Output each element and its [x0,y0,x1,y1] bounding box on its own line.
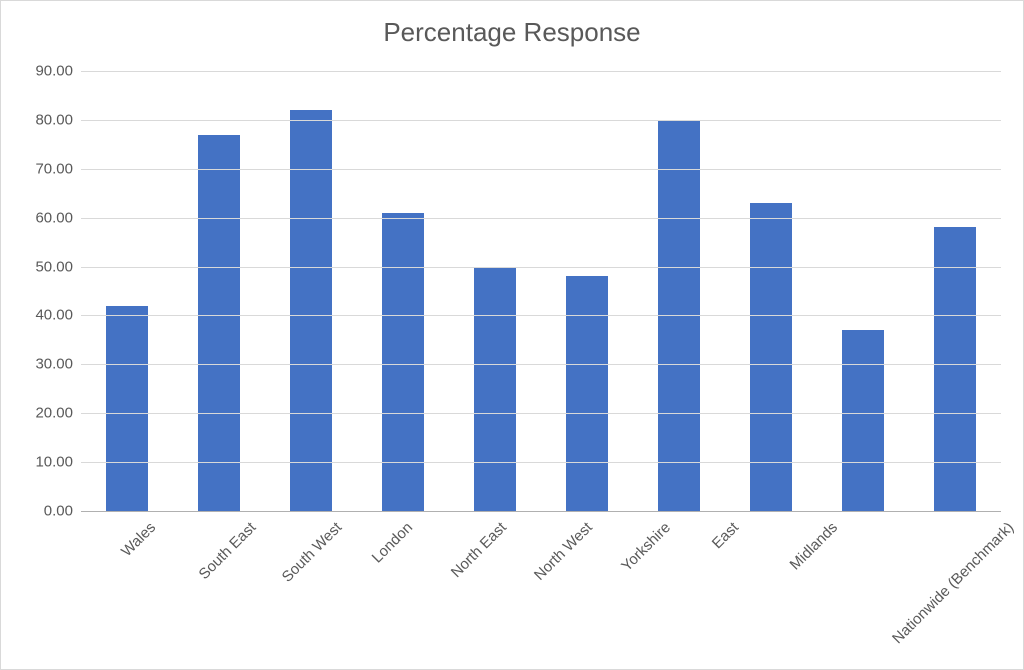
x-tick-label: Midlands [786,519,840,573]
gridline [81,462,1001,463]
x-tick-label: London [369,519,416,566]
gridline [81,364,1001,365]
x-label-slot: Wales [81,519,165,536]
y-tick-label: 50.00 [35,258,73,275]
bar-slot [817,71,909,511]
bar-slot [449,71,541,511]
bar-slot [265,71,357,511]
x-axis-labels: WalesSouth EastSouth WestLondonNorth Eas… [81,519,1001,536]
x-label-slot: East [669,519,753,536]
x-label-slot: South West [249,519,333,536]
bar [290,110,332,511]
x-label-slot: Nationwide (Benchmark) [837,519,1001,536]
gridline [81,169,1001,170]
y-tick-label: 70.00 [35,160,73,177]
y-tick-label: 30.00 [35,356,73,373]
y-tick-label: 20.00 [35,405,73,422]
chart-title: Percentage Response [1,17,1023,48]
x-label-slot: Midlands [753,519,837,536]
gridline [81,120,1001,121]
bar [750,203,792,511]
gridline [81,315,1001,316]
y-tick-label: 40.00 [35,307,73,324]
y-tick-label: 10.00 [35,454,73,471]
x-label-slot: Yorkshire [585,519,669,536]
gridline [81,413,1001,414]
x-tick-label: East [709,519,742,552]
y-tick-label: 0.00 [44,503,73,520]
x-tick-label: Yorkshire [618,519,674,575]
bar-slot [725,71,817,511]
chart-container: Percentage Response 0.0010.0020.0030.004… [0,0,1024,670]
x-tick-label: Nationwide (Benchmark) [889,519,1017,647]
gridline [81,267,1001,268]
bars-group [81,71,1001,511]
bar-slot [173,71,265,511]
y-tick-label: 90.00 [35,63,73,80]
bar-slot [633,71,725,511]
x-label-slot: South East [165,519,249,536]
gridline [81,218,1001,219]
bar-slot [541,71,633,511]
bar [842,330,884,511]
y-tick-label: 80.00 [35,111,73,128]
bar [566,276,608,511]
x-label-slot: North East [417,519,501,536]
bar [106,306,148,511]
bar-slot [909,71,1001,511]
bar-slot [357,71,449,511]
x-label-slot: London [333,519,417,536]
bar [934,227,976,511]
bar [474,267,516,511]
bar-slot [81,71,173,511]
x-tick-label: Wales [118,519,159,560]
x-label-slot: North West [501,519,585,536]
gridline [81,71,1001,72]
gridline [81,511,1001,512]
bar [198,135,240,511]
plot-area: 0.0010.0020.0030.0040.0050.0060.0070.008… [81,71,1001,511]
y-tick-label: 60.00 [35,209,73,226]
bar [382,213,424,511]
